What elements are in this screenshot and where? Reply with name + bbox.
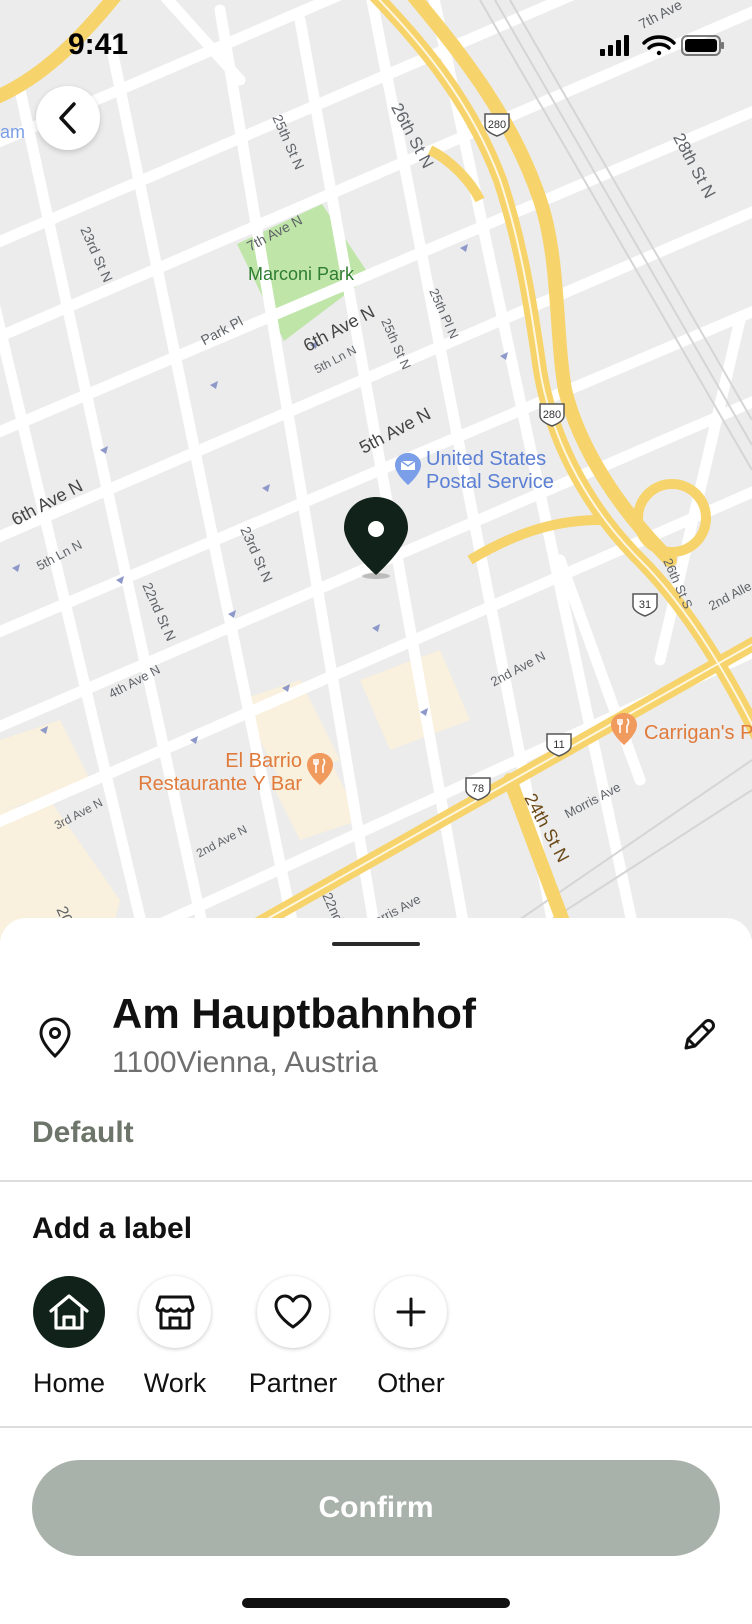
address-sheet: Am Hauptbahnhof 1100Vienna, Austria Defa… — [0, 918, 752, 1624]
poi-label[interactable]: United States Postal Service — [426, 448, 554, 494]
pencil-icon — [684, 1019, 715, 1050]
shield-text: 31 — [639, 599, 651, 611]
home-icon — [33, 1276, 105, 1348]
wifi-icon — [642, 35, 676, 56]
back-button[interactable] — [36, 86, 100, 150]
label-option-other[interactable]: Other — [346, 1276, 476, 1416]
poi-label[interactable]: Carrigan's P — [644, 722, 752, 745]
edit-button[interactable] — [678, 1014, 720, 1061]
label-option-text: Partner — [248, 1368, 338, 1398]
add-label-heading: Add a label — [32, 1212, 193, 1245]
divider — [0, 1180, 752, 1182]
poi-label-line: Postal Service — [426, 471, 554, 493]
poi-label-line: El Barrio — [225, 750, 302, 772]
map-view[interactable]: 280 280 31 11 78 25th St N 26th St N 28t… — [0, 0, 752, 940]
signal-icon — [600, 35, 629, 56]
divider — [0, 1426, 752, 1428]
default-label: Default — [32, 1116, 134, 1149]
status-icons — [600, 34, 724, 63]
shield-text: 280 — [543, 409, 561, 421]
status-time: 9:41 — [68, 28, 129, 61]
heart-icon — [257, 1276, 329, 1348]
poi-label-line: United States — [426, 448, 547, 470]
shield-text: 11 — [553, 739, 564, 751]
label-option-partner[interactable]: Partner — [228, 1276, 358, 1416]
poi-label-line: Restaurante Y Bar — [138, 773, 302, 795]
label-option-text: Other — [377, 1368, 445, 1398]
location-title: Am Hauptbahnhof — [112, 990, 476, 1037]
map-edge-label: am — [0, 122, 26, 142]
location-address: 1100Vienna, Austria — [112, 1046, 378, 1079]
shield-text: 78 — [472, 783, 484, 795]
store-icon — [139, 1276, 211, 1348]
poi-label[interactable]: El Barrio Restaurante Y Bar — [126, 750, 302, 796]
park-label: Marconi Park — [248, 264, 355, 284]
label-options: Home Work Partner Other — [0, 1276, 752, 1416]
label-option-text: Work — [143, 1368, 207, 1398]
home-indicator — [242, 1598, 510, 1608]
confirm-button[interactable]: Confirm — [32, 1460, 720, 1556]
label-option-work[interactable]: Work — [110, 1276, 240, 1416]
shield-text: 280 — [488, 119, 506, 131]
chevron-left-icon — [59, 102, 76, 134]
location-pin-icon — [36, 1016, 74, 1065]
plus-icon — [375, 1276, 447, 1348]
map-canvas — [0, 0, 752, 940]
battery-icon — [681, 35, 724, 56]
sheet-drag-handle[interactable] — [332, 942, 420, 946]
